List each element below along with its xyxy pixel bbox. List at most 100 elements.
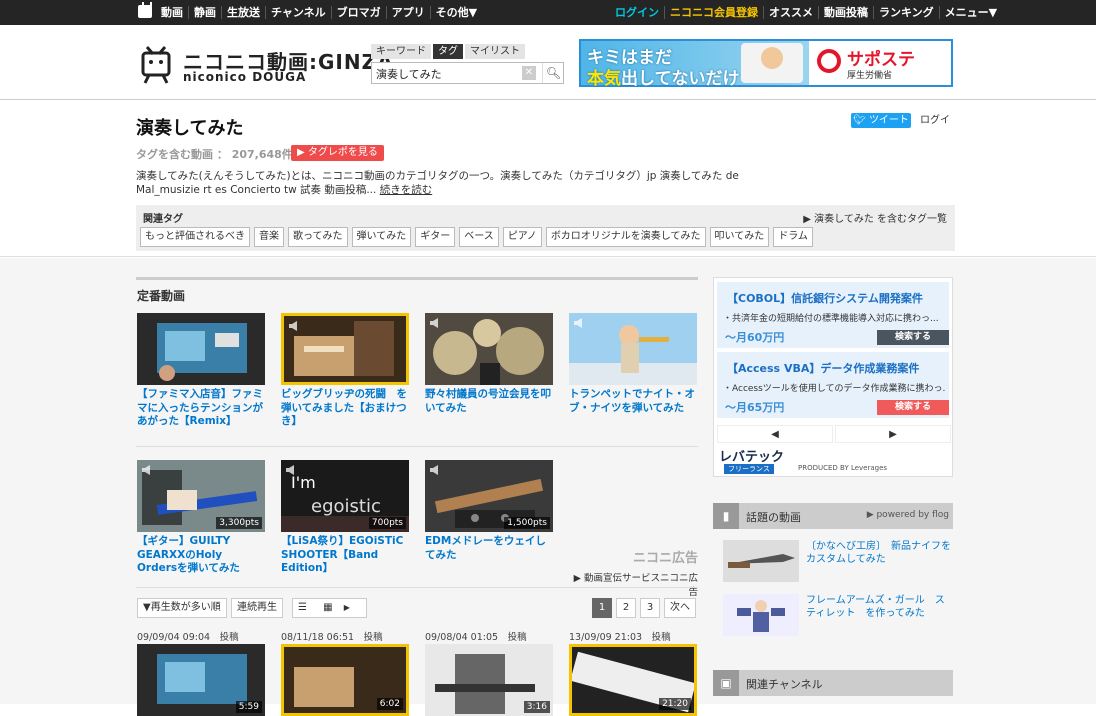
related-tag[interactable]: ドラム — [773, 227, 813, 247]
related-tag[interactable]: ギター — [415, 227, 456, 247]
nav-douga[interactable]: 動画 — [156, 6, 188, 19]
header-ad-banner[interactable]: キミはまだ 本気出してないだけ サポステ 厚生労働省 — [579, 39, 953, 89]
video-thumbnail[interactable]: 5:59 — [137, 644, 265, 716]
next-page-button[interactable]: 次へ — [664, 598, 696, 618]
nav-blomaga[interactable]: ブロマガ — [330, 6, 386, 19]
continuous-play-button[interactable]: 連続再生 — [231, 598, 283, 618]
video-thumbnail[interactable]: 21:20 — [569, 644, 697, 716]
topic-title[interactable]: 〔かなへび工房〕 新品ナイフをカスタムしてみた — [806, 540, 954, 566]
sidebar-ad[interactable]: ▷ 【COBOL】信託銀行システム開発案件 ・共済年金の短期給付の標準機能導入対… — [713, 277, 953, 477]
nicoad-note[interactable]: ニコニ広告 ▶ 動画宣伝サービスニコニ広告 — [572, 547, 698, 598]
teiban-video[interactable]: トランペットでナイト・オブ・ナイツを弾いてみた — [569, 313, 697, 428]
topic-item[interactable]: 〔かなへび工房〕 新品ナイフをカスタムしてみた — [723, 540, 951, 584]
video-thumbnail[interactable]: 1,500pts — [425, 460, 553, 532]
teiban-video[interactable]: 野々村議員の号泣会見を叩いてみた — [425, 313, 553, 428]
teiban-video[interactable]: 1,500pts EDMメドレーをウェイしてみた — [425, 460, 553, 575]
ad-next-button[interactable]: ▶ — [835, 425, 951, 443]
nav-channel[interactable]: チャンネル — [265, 6, 331, 19]
related-tag[interactable]: 弾いてみた — [351, 227, 412, 247]
topic-title[interactable]: フレームアームズ・ガール スティレット を作ってみた — [806, 594, 954, 620]
related-tag[interactable]: ピアノ — [502, 227, 542, 247]
powered-by-flog[interactable]: ▶ powered by flog — [867, 510, 949, 520]
search-tab-mylist[interactable]: マイリスト — [465, 44, 525, 59]
tag-list-link[interactable]: ▶ 演奏してみた を含むタグ一覧 — [803, 210, 947, 225]
view-toggle[interactable]: ☰ ▦ ▶ — [292, 598, 367, 618]
job-search-button[interactable]: 検索する — [877, 330, 949, 345]
header-login-link[interactable]: ログイ — [920, 111, 950, 126]
tagrepo-button[interactable]: ▶ タグレポを見る — [291, 145, 384, 161]
job-ad[interactable]: 【COBOL】信託銀行システム開発案件 ・共済年金の短期給付の標準機能導入対応に… — [717, 282, 949, 348]
related-tag[interactable]: 歌ってみた — [288, 227, 348, 247]
related-tag[interactable]: 音楽 — [254, 227, 284, 247]
nav-osusume[interactable]: オススメ — [763, 6, 818, 19]
nav-live[interactable]: 生放送 — [221, 6, 265, 19]
video-post-date: 09/09/04 09:04 投稿 — [137, 632, 239, 643]
topic-thumbnail[interactable] — [723, 594, 799, 636]
sort-order-select[interactable]: ▼再生数が多い順 — [137, 598, 227, 618]
banner-person-image — [741, 43, 803, 83]
search-tab-tag[interactable]: タグ — [433, 44, 463, 59]
ad-prev-button[interactable]: ◀ — [717, 425, 833, 443]
page-button-2[interactable]: 2 — [616, 598, 636, 618]
teiban-video[interactable]: ビッグブリッヂの死闘 を弾いてみました【おまけつき】 — [281, 313, 409, 428]
nicoad-link[interactable]: ▶ 動画宣伝サービスニコニ広告 — [574, 573, 698, 598]
topic-item[interactable]: フレームアームズ・ガール スティレット を作ってみた — [723, 594, 951, 638]
page-button-1[interactable]: 1 — [592, 598, 612, 618]
teiban-video[interactable]: 【ファミマ入店音】ファミマに入ったらテンションがあがった【Remix】 — [137, 313, 265, 428]
login-link[interactable]: ログイン — [610, 6, 664, 19]
job-search-button[interactable]: 検索する — [877, 400, 949, 415]
list-view-icon[interactable]: ☰ — [298, 602, 307, 613]
list-video[interactable]: 21:20 — [569, 644, 697, 716]
job-ad[interactable]: 【Access VBA】データ作成業務案件 ・Accessツールを使用してのデー… — [717, 352, 949, 418]
nav-upload[interactable]: 動画投稿 — [818, 6, 873, 19]
niconico-tv-icon[interactable] — [138, 2, 152, 18]
video-thumbnail[interactable] — [569, 313, 697, 385]
video-title[interactable]: ビッグブリッヂの死闘 を弾いてみました【おまけつき】 — [281, 388, 409, 428]
nav-other[interactable]: その他▼ — [429, 6, 482, 19]
read-more-link[interactable]: 続きを読む — [380, 184, 433, 196]
video-thumbnail[interactable] — [137, 313, 265, 385]
related-tag[interactable]: 叩いてみた — [709, 227, 770, 247]
video-title[interactable]: EDMメドレーをウェイしてみた — [425, 535, 553, 575]
video-thumbnail[interactable]: I'm egoistic 700pts — [281, 460, 409, 532]
register-link[interactable]: ニコニコ会員登録 — [664, 6, 763, 19]
search-icon[interactable]: 🔍︎ — [542, 63, 564, 83]
video-title[interactable]: 【LiSA祭り】EGOiSTiC SHOOTER【Band Edition】 — [281, 535, 409, 575]
list-video[interactable]: 3:16 — [425, 644, 553, 716]
job-title[interactable]: 【COBOL】信託銀行システム開発案件 — [727, 290, 923, 306]
nav-menu[interactable]: メニュー▼ — [938, 6, 1002, 19]
nav-ranking[interactable]: ランキング — [873, 6, 939, 19]
search-tab-keyword[interactable]: キーワード — [371, 44, 431, 59]
video-thumbnail[interactable] — [281, 313, 409, 385]
nav-app[interactable]: アプリ — [385, 6, 430, 19]
related-tag[interactable]: ボカロオリジナルを演奏してみた — [545, 227, 706, 247]
video-thumbnail[interactable]: 6:02 — [281, 644, 409, 716]
list-video[interactable]: 6:02 — [281, 644, 409, 716]
tweet-button[interactable]: 🐦︎ ツイート — [851, 113, 911, 128]
teiban-video[interactable]: 3,300pts 【ギター】GUILTY GEARXXのHoly Ordersを… — [137, 460, 265, 575]
video-thumbnail[interactable] — [425, 313, 553, 385]
video-thumbnail[interactable]: 3,300pts — [137, 460, 265, 532]
video-title[interactable]: トランペットでナイト・オブ・ナイツを弾いてみた — [569, 388, 697, 428]
job-title[interactable]: 【Access VBA】データ作成業務案件 — [727, 360, 919, 376]
teiban-video[interactable]: I'm egoistic 700pts 【LiSA祭り】EGOiSTiC SHOO… — [281, 460, 409, 575]
view-next-icon[interactable]: ▶ — [344, 603, 350, 612]
tweet-label: ツイート — [868, 115, 909, 126]
top-nav-bar: 動画 静画 生放送 チャンネル ブロマガ アプリ その他▼ ログイン ニコニコ会… — [0, 0, 1096, 25]
search-input[interactable]: 演奏してみた ✕ 🔍︎ — [371, 62, 564, 84]
job-salary: 〜月60万円 — [725, 331, 785, 344]
video-title[interactable]: 【ファミマ入店音】ファミマに入ったらテンションがあがった【Remix】 — [137, 388, 265, 428]
grid-view-icon[interactable]: ▦ — [323, 602, 332, 613]
nav-seiga[interactable]: 静画 — [188, 6, 221, 19]
site-logo[interactable]: ニコニコ動画:GINZA niconico DOUGA — [137, 45, 393, 85]
topic-thumbnail[interactable] — [723, 540, 799, 582]
list-video[interactable]: 5:59 — [137, 644, 265, 716]
video-title[interactable]: 野々村議員の号泣会見を叩いてみた — [425, 388, 553, 428]
topic-heading: 話題の動画 — [746, 511, 801, 524]
video-title[interactable]: 【ギター】GUILTY GEARXXのHoly Ordersを弾いてみた — [137, 535, 265, 575]
related-tag[interactable]: ベース — [459, 227, 499, 247]
clear-icon[interactable]: ✕ — [522, 66, 536, 80]
video-thumbnail[interactable]: 3:16 — [425, 644, 553, 716]
page-button-3[interactable]: 3 — [640, 598, 660, 618]
related-tag[interactable]: もっと評価されるべき — [140, 227, 250, 247]
